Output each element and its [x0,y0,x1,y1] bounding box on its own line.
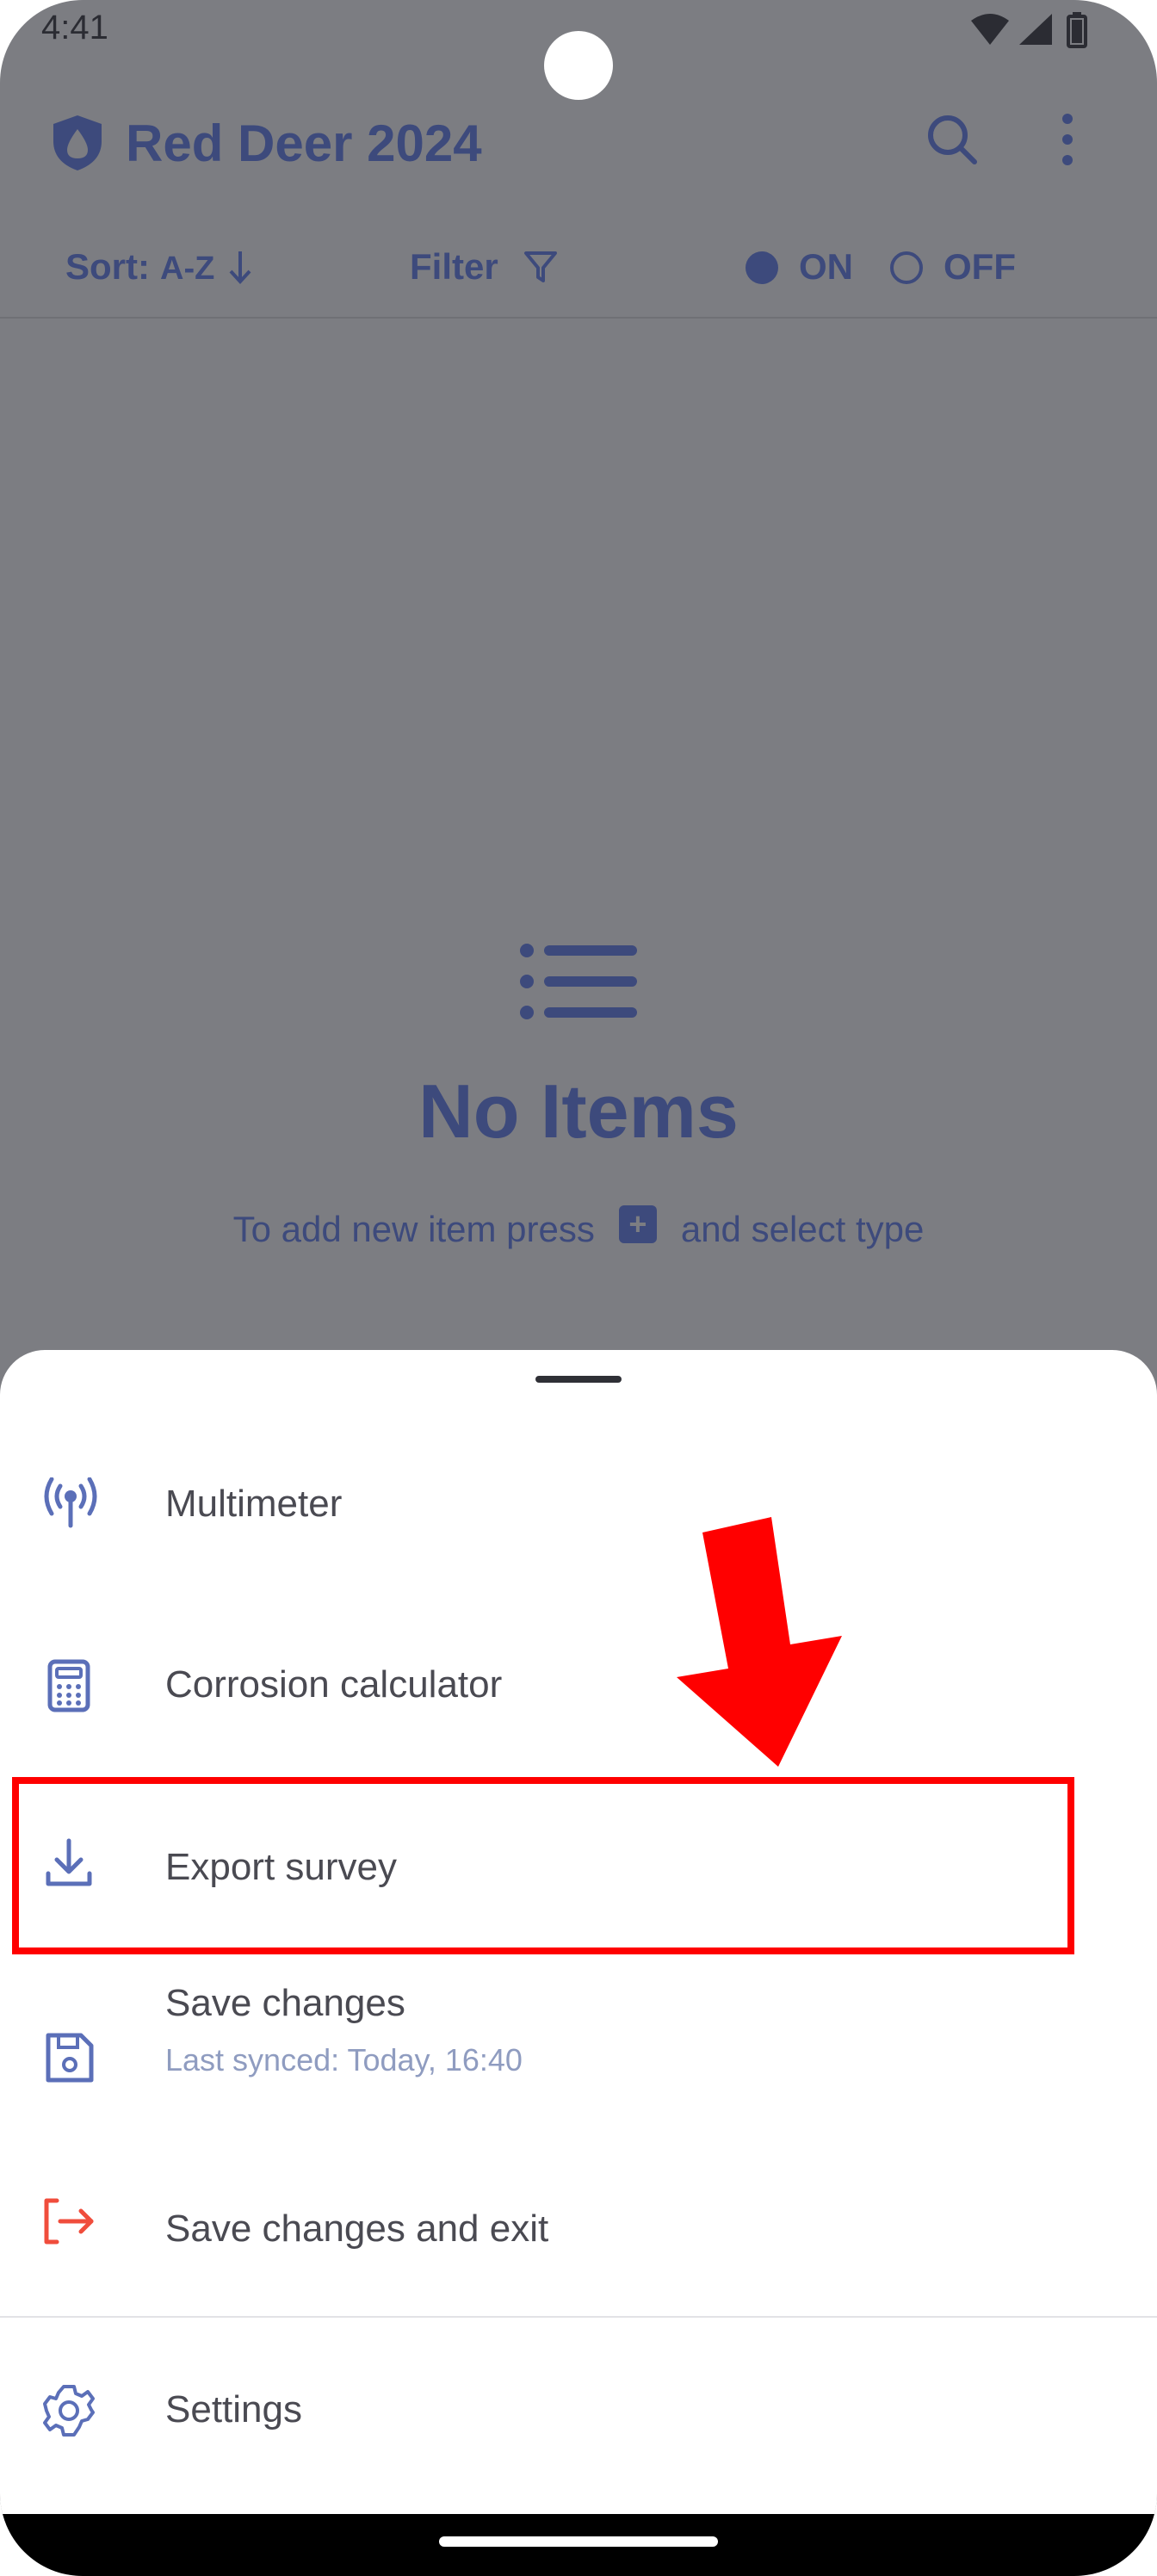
phone-screen: 4:41 Red Deer 2024 Sort: A-Z Filter ON O… [0,0,1157,2576]
menu-item-label: Multimeter [165,1483,343,1525]
highlight-box [12,1777,1074,1954]
menu-item-settings[interactable]: Settings [0,2323,1157,2495]
menu-item-multimeter[interactable]: Multimeter [0,1417,1157,1589]
gear-icon [43,2385,95,2437]
app-bar: Red Deer 2024 [0,83,1157,203]
menu-item-label: Save changes and exit [165,2208,549,2250]
empty-state-title: No Items [418,1068,739,1154]
search-icon [928,115,977,164]
sort-value: A-Z [160,251,215,287]
calculator-icon [47,1659,90,1712]
arrow-down-icon [229,251,251,284]
radio-on-dot [746,251,778,284]
home-gesture-pill[interactable] [439,2536,718,2547]
hint-text-before: To add new item press [232,1209,595,1249]
menu-item-label: Save changes [165,1982,405,2024]
exit-icon [44,2198,94,2245]
sort-label: Sort: [65,246,150,287]
last-synced-text: Last synced: Today, 16:40 [165,2042,523,2078]
filter-label: Filter [410,246,498,287]
status-icons [970,12,1088,50]
more-options-button[interactable] [1049,112,1086,171]
menu-item-save-and-exit[interactable]: Save changes and exit [0,2140,1157,2313]
filter-icon [524,251,558,282]
menu-item-label: Settings [165,2388,302,2430]
radio-off-dot [890,251,923,284]
battery-icon [1067,12,1087,48]
antenna-icon [44,1477,97,1528]
shield-drop-icon [53,115,102,170]
red-arrow-annotation [677,1517,842,1767]
sort-control[interactable]: Sort: A-Z [65,246,252,288]
menu-item-corrosion-calculator[interactable]: Corrosion calculator [0,1598,1157,1770]
app-title: Red Deer 2024 [126,115,482,172]
bottom-sheet-menu: Multimeter Corrosion calculator Export s… [0,1350,1157,2576]
menu-item-save-changes[interactable]: Save changes Last synced: Today, 16:40 [0,1960,1157,2132]
menu-divider [0,2316,1157,2318]
add-item-inline-icon: + [618,1205,657,1243]
menu-item-label: Corrosion calculator [165,1663,503,1706]
search-button[interactable] [925,112,980,171]
drag-handle[interactable] [535,1376,622,1383]
status-time: 4:41 [41,9,108,46]
cellular-icon [1018,14,1052,45]
save-icon [46,2033,94,2083]
filter-control[interactable]: Filter [410,246,558,288]
sort-filter-toolbar: Sort: A-Z Filter ON OFF [0,220,1157,319]
radio-off[interactable]: OFF [890,246,1016,288]
hint-text-after: and select type [680,1209,925,1249]
more-vert-icon [1062,114,1073,165]
list-icon [520,944,637,1019]
wifi-icon [971,14,1010,45]
radio-off-label: OFF [944,246,1016,287]
radio-on-label: ON [799,246,853,287]
radio-on[interactable]: ON [746,246,853,288]
navigation-bar [0,2514,1157,2576]
empty-state-hint: To add new item press + and select type [0,1205,1157,1250]
